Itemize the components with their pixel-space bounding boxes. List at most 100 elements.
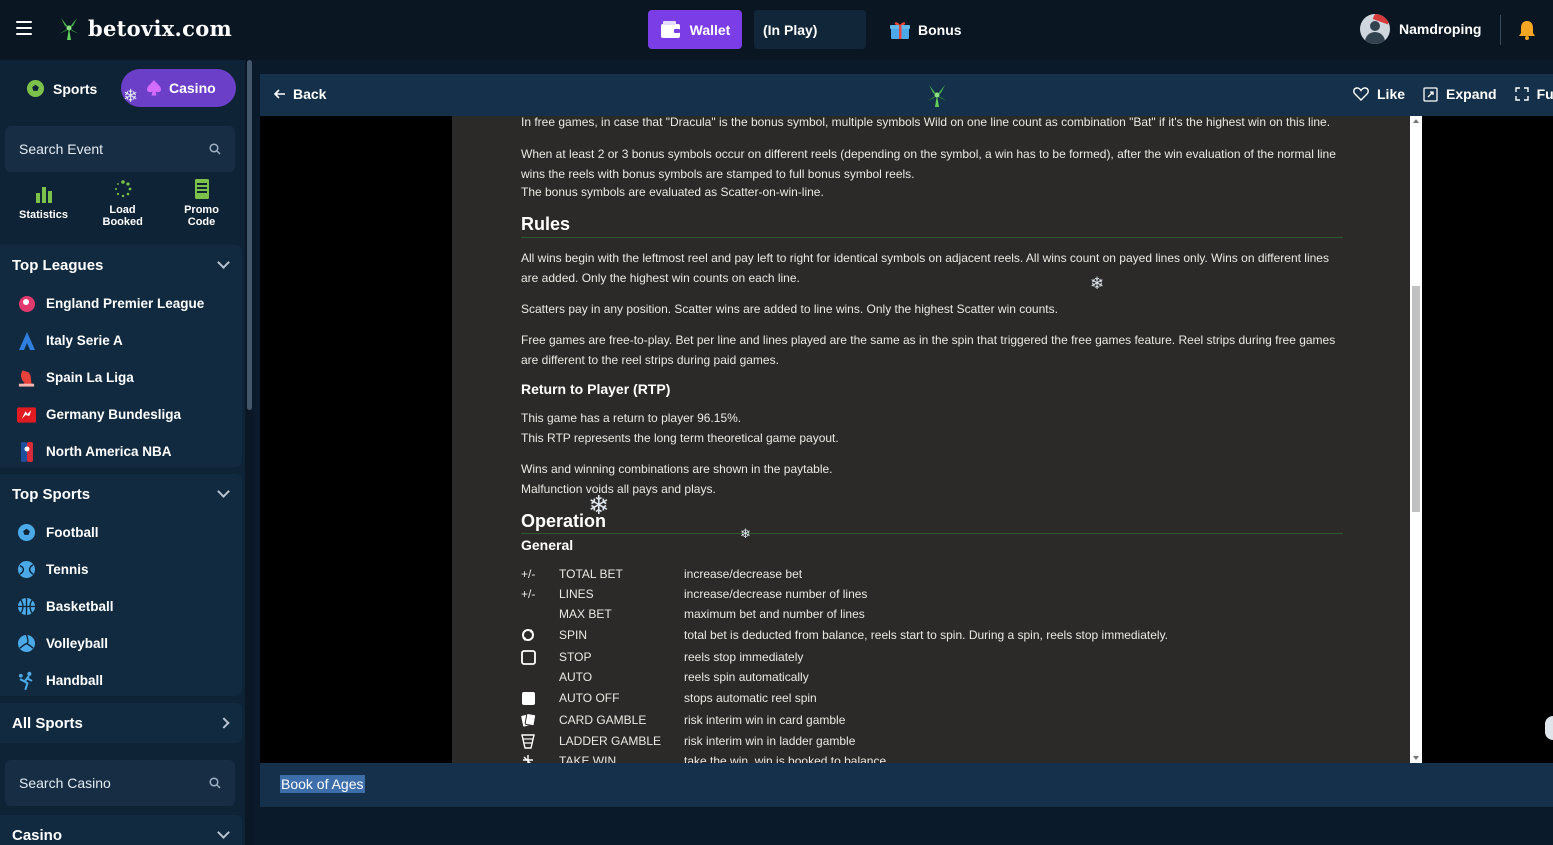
la-liga-icon xyxy=(18,369,35,387)
brand-name: betovix.com xyxy=(88,15,233,41)
arrow-left-icon xyxy=(274,89,285,99)
rules-paragraph: When at least 2 or 3 bonus symbols occur… xyxy=(521,147,1336,181)
plus-minus-symbol: +/- xyxy=(521,567,536,581)
rules-paragraph: This RTP represents the long term theore… xyxy=(521,431,839,445)
gift-icon xyxy=(890,21,910,39)
tennis-icon xyxy=(17,560,36,579)
divider xyxy=(1500,15,1501,45)
card-icon xyxy=(521,713,536,727)
scroll-down-arrow-icon[interactable] xyxy=(1413,756,1419,760)
league-item[interactable]: Spain La Liga xyxy=(0,359,242,396)
expand-button[interactable]: Expand xyxy=(1423,86,1497,102)
like-button[interactable]: Like xyxy=(1353,86,1405,102)
in-play-button[interactable]: (In Play) xyxy=(754,10,866,49)
snowflake-decoration: ❄ xyxy=(588,490,610,520)
filled-square-icon xyxy=(522,691,535,705)
sport-item[interactable]: Handball xyxy=(0,662,242,699)
statistics-link[interactable]: Statistics xyxy=(8,174,80,242)
notification-bell-icon[interactable] xyxy=(1517,20,1537,40)
rules-paragraph: Wins and winning combinations are shown … xyxy=(521,462,833,476)
operation-desc: reels stop immediately xyxy=(684,650,804,664)
search-casino-input[interactable]: Search Casino xyxy=(5,760,235,806)
wallet-button[interactable]: Wallet xyxy=(648,10,742,49)
league-item[interactable]: Italy Serie A xyxy=(0,322,242,359)
operation-key: TOTAL BET xyxy=(559,567,623,581)
load-booked-link[interactable]: Load Booked xyxy=(87,174,159,242)
bar-chart-icon xyxy=(35,187,52,203)
hamburger-menu-icon[interactable] xyxy=(16,21,32,35)
search-icon xyxy=(209,143,221,155)
sidebar: Sports Casino ❄ Search Event Statistics … xyxy=(0,60,245,845)
sport-item[interactable]: Tennis xyxy=(0,551,242,588)
chevron-down-icon xyxy=(217,485,230,498)
back-button[interactable]: Back xyxy=(274,86,326,102)
rules-paragraph: Malfunction voids all pays and plays. xyxy=(521,482,716,496)
promo-code-link[interactable]: Promo Code xyxy=(166,174,238,242)
operation-key: LADDER GAMBLE xyxy=(559,734,662,748)
side-tab-handle[interactable] xyxy=(1545,716,1553,740)
sport-item[interactable]: Volleyball xyxy=(0,625,242,662)
wallet-icon xyxy=(660,20,680,38)
game-title: Book of Ages xyxy=(280,775,365,793)
top-sports-panel: Top Sports Football Tennis Basketball Vo… xyxy=(0,474,242,696)
quick-links: Statistics Load Booked Promo Code xyxy=(0,174,245,242)
handball-icon xyxy=(18,671,33,690)
operation-desc: stops automatic reel spin xyxy=(684,691,817,705)
casino-panel[interactable]: Casino xyxy=(0,815,242,845)
top-sports-header[interactable]: Top Sports xyxy=(0,474,242,514)
league-item[interactable]: England Premier League xyxy=(0,285,242,322)
volleyball-icon xyxy=(17,634,36,653)
all-sports-header[interactable]: All Sports xyxy=(0,703,242,743)
league-item[interactable]: Germany Bundesliga xyxy=(0,396,242,433)
football-icon xyxy=(17,523,36,542)
sport-item[interactable]: Basketball xyxy=(0,588,242,625)
rules-paragraph: All wins begin with the leftmost reel an… xyxy=(521,251,1329,285)
rules-scrollbar-thumb[interactable] xyxy=(1412,286,1420,512)
operation-desc: increase/decrease bet xyxy=(684,567,803,581)
operation-key: SPIN xyxy=(559,628,588,642)
footer-strip xyxy=(253,807,1553,845)
rtp-heading: Return to Player (RTP) xyxy=(521,381,671,397)
operation-row: TAKE WIN take the win, win is booked to … xyxy=(521,751,886,763)
rules-document[interactable]: In free games, in case that "Dracula" is… xyxy=(452,116,1410,763)
like-label: Like xyxy=(1377,86,1406,102)
casino-toggle[interactable]: Casino xyxy=(121,69,236,107)
operation-key: MAX BET xyxy=(559,607,612,621)
brand-logo[interactable]: betovix.com xyxy=(56,14,232,42)
operation-key: AUTO xyxy=(559,670,593,684)
premier-league-icon xyxy=(18,295,35,312)
rules-scrollbar-track[interactable] xyxy=(1410,116,1422,763)
operation-desc: total bet is deducted from balance, reel… xyxy=(684,628,1169,642)
sport-item[interactable]: Football xyxy=(0,514,242,551)
rules-paragraph: The bonus symbols are evaluated as Scatt… xyxy=(521,185,824,199)
sports-toggle[interactable]: Sports xyxy=(26,79,97,98)
all-sports-panel[interactable]: All Sports xyxy=(0,703,242,743)
ladder-icon xyxy=(521,733,535,749)
search-event-input[interactable]: Search Event xyxy=(5,126,235,172)
operation-key: TAKE WIN xyxy=(559,754,617,763)
operation-row: MAX BET maximum bet and number of lines xyxy=(521,604,865,624)
rules-paragraph: Scatters pay in any position. Scatter wi… xyxy=(521,302,1058,316)
casino-header[interactable]: Casino xyxy=(0,815,242,845)
basketball-icon xyxy=(17,597,36,616)
stop-square-icon xyxy=(521,649,536,665)
game-header: Back Like Expand Fu xyxy=(260,74,1553,116)
sport-label: Tennis xyxy=(46,562,89,577)
bonus-button[interactable]: Bonus xyxy=(890,10,962,49)
expand-label: Expand xyxy=(1446,86,1497,102)
top-sports-title: Top Sports xyxy=(12,485,91,503)
search-icon xyxy=(209,777,221,789)
sports-casino-toggle: Sports Casino xyxy=(6,69,236,107)
top-leagues-header[interactable]: Top Leagues xyxy=(0,245,242,285)
operation-key: LINES xyxy=(559,587,594,601)
bundesliga-icon xyxy=(17,406,36,423)
chevron-down-icon xyxy=(217,826,230,839)
league-item[interactable]: North America NBA xyxy=(0,433,242,470)
operation-row: STOP reels stop immediately xyxy=(521,647,803,667)
sidebar-scrollbar-thumb[interactable] xyxy=(247,60,252,410)
fullscreen-button[interactable]: Fu xyxy=(1514,86,1553,102)
heart-icon xyxy=(1353,87,1369,101)
scroll-up-arrow-icon[interactable] xyxy=(1413,119,1419,123)
rules-paragraph: In free games, in case that "Dracula" is… xyxy=(521,116,1331,129)
user-menu[interactable]: Namdroping xyxy=(1360,14,1481,44)
